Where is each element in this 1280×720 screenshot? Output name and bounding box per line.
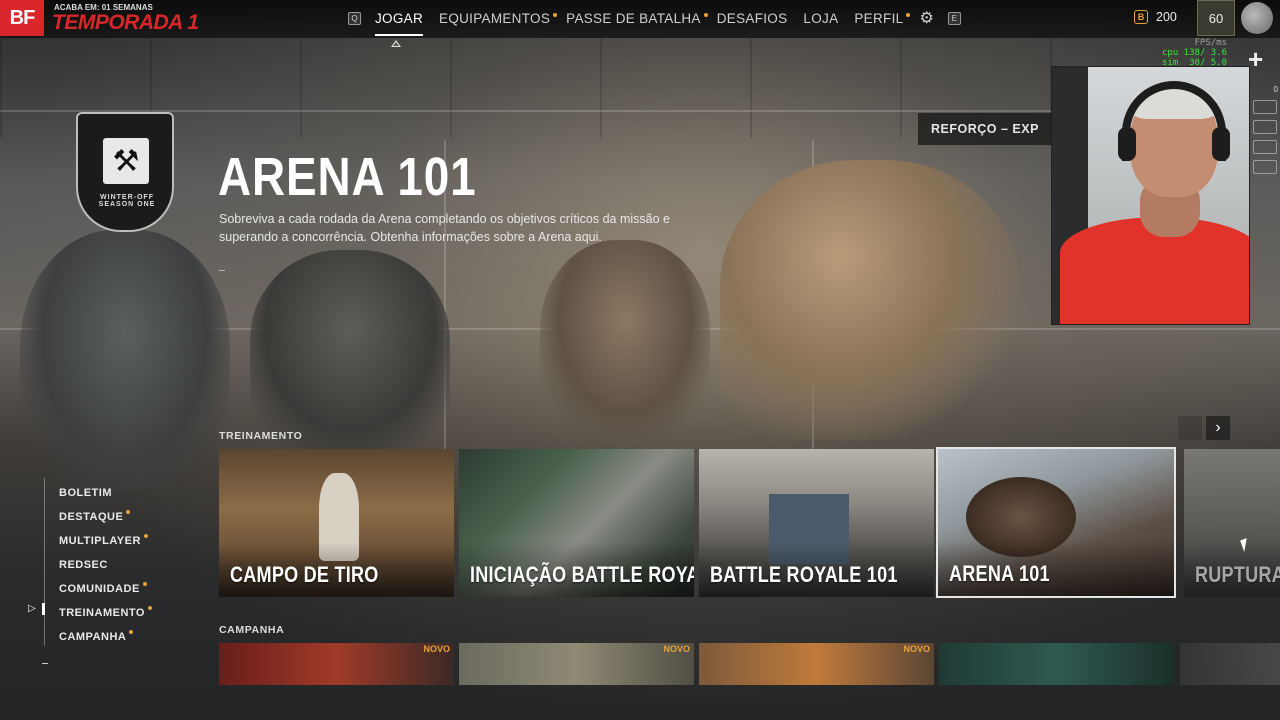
section-label-treinamento: TREINAMENTO — [219, 430, 303, 442]
card-label: BATTLE ROYALE 101 — [710, 562, 898, 587]
bf-logo: BF — [0, 0, 44, 36]
boost-badge[interactable]: REFORÇO – EXP — [918, 113, 1052, 145]
squad-icon[interactable] — [1253, 120, 1277, 134]
mode-card-campo-de-tiro[interactable]: CAMPO DE TIRO — [219, 449, 454, 597]
nav-tab-desafios[interactable]: DESAFIOS — [717, 11, 788, 26]
nav-key-left[interactable]: Q — [348, 11, 361, 25]
chevron-right-icon: › — [1215, 419, 1221, 436]
perf-line: FPS/ms — [1194, 38, 1228, 48]
menu-item-multiplayer[interactable]: MULTIPLAYER — [44, 529, 152, 553]
card-label: INICIAÇÃO BATTLE ROYALE — [470, 562, 694, 587]
webcam-overlay — [1051, 66, 1250, 325]
menu-item-comunidade[interactable]: COMUNIDADE — [44, 577, 152, 601]
soldier-art — [720, 160, 1020, 440]
card-label: CAMPO DE TIRO — [230, 562, 379, 587]
mode-card-ruptura[interactable]: RUPTURA 1 — [1184, 449, 1280, 597]
gear-icon[interactable]: ⚙ — [919, 8, 933, 28]
nav-tab-perfil[interactable]: PERFIL — [854, 11, 911, 26]
mail-icon[interactable] — [1253, 100, 1277, 114]
perf-line: cpu 138/ 3.6 — [1162, 48, 1228, 58]
soldier-art — [540, 240, 710, 440]
new-badge: NOVO — [903, 644, 930, 654]
mode-card-arena-101[interactable]: ARENA 101 — [936, 447, 1176, 598]
notify-dot — [553, 12, 558, 17]
notify-dot — [906, 12, 911, 17]
plus-icon[interactable]: + — [1248, 46, 1263, 72]
campaign-card[interactable]: NOVO — [219, 643, 454, 685]
carousel-next-button[interactable]: › — [1206, 416, 1230, 440]
emblem-text: WINTER-OFF SEASON ONE — [98, 194, 156, 208]
menu-item-redsec[interactable]: REDSEC — [44, 553, 152, 577]
divider — [42, 663, 48, 664]
performance-overlay: FPS/ms cpu 138/ 3.6 sim 30/ 5.0 — [1162, 38, 1227, 68]
side-count: 0 — [1273, 85, 1278, 94]
side-icons: 0 — [1250, 85, 1280, 180]
nav-tab-equipamentos[interactable]: EQUIPAMENTOS — [439, 11, 558, 26]
pickaxes-icon: ⚒ — [103, 138, 149, 184]
notify-dot — [126, 510, 131, 514]
active-menu-indicator — [42, 603, 45, 615]
exit-icon[interactable] — [1253, 160, 1277, 174]
party-icon[interactable] — [1253, 140, 1277, 154]
nav-tab-jogar[interactable]: JOGAR — [375, 11, 424, 36]
play-arrow-icon: ▷ — [28, 603, 36, 614]
section-label-campanha: CAMPANHA — [219, 624, 285, 636]
globe-icon[interactable] — [1241, 2, 1273, 34]
hero-title: ARENA 101 — [218, 147, 477, 207]
hero-description: Sobreviva a cada rodada da Arena complet… — [219, 212, 670, 244]
player-level[interactable]: 60 — [1197, 0, 1235, 36]
notify-dot — [142, 582, 147, 586]
card-label: ARENA 101 — [949, 561, 1050, 586]
campaign-card[interactable]: NOVO — [699, 643, 934, 685]
soldier-art — [20, 230, 230, 490]
card-label: RUPTURA 1 — [1195, 562, 1280, 587]
currency-amount: 200 — [1156, 10, 1177, 24]
active-tab-indicator-icon — [391, 40, 401, 47]
menu-item-treinamento[interactable]: TREINAMENTO — [44, 601, 152, 625]
mode-card-iniciacao-battle-royale[interactable]: INICIAÇÃO BATTLE ROYALE — [459, 449, 694, 597]
campaign-card[interactable]: NOVO — [459, 643, 694, 685]
menu-item-destaque[interactable]: DESTAQUE — [44, 505, 152, 529]
season-emblem: ⚒ WINTER-OFF SEASON ONE — [76, 112, 174, 232]
notify-dot — [143, 534, 148, 538]
currency-icon: B — [1134, 10, 1148, 24]
notify-dot — [703, 12, 708, 17]
season-name[interactable]: TEMPORADA 1 — [52, 11, 199, 35]
currency-display[interactable]: B 200 — [1134, 10, 1177, 24]
soldier-art — [250, 250, 450, 450]
nav-tab-passe-de-batalha[interactable]: PASSE DE BATALHA — [566, 11, 708, 26]
new-badge: NOVO — [663, 644, 690, 654]
nav-key-right[interactable]: E — [947, 11, 961, 25]
nav-tab-loja[interactable]: LOJA — [803, 11, 838, 26]
notify-dot — [129, 630, 134, 634]
divider — [219, 270, 225, 271]
menu-item-campanha[interactable]: CAMPANHA — [44, 625, 152, 649]
menu-item-boletim[interactable]: BOLETIM — [44, 481, 152, 505]
campaign-card[interactable] — [1180, 643, 1280, 685]
new-badge: NOVO — [423, 644, 450, 654]
mode-card-battle-royale-101[interactable]: BATTLE ROYALE 101 — [699, 449, 934, 597]
campaign-card[interactable] — [939, 643, 1174, 685]
notify-dot — [147, 606, 152, 610]
carousel-prev-button[interactable] — [1178, 416, 1202, 440]
left-menu: BOLETIM DESTAQUE MULTIPLAYER REDSEC COMU… — [44, 481, 152, 649]
main-nav: Q JOGAR EQUIPAMENTOS PASSE DE BATALHA DE… — [348, 0, 975, 36]
